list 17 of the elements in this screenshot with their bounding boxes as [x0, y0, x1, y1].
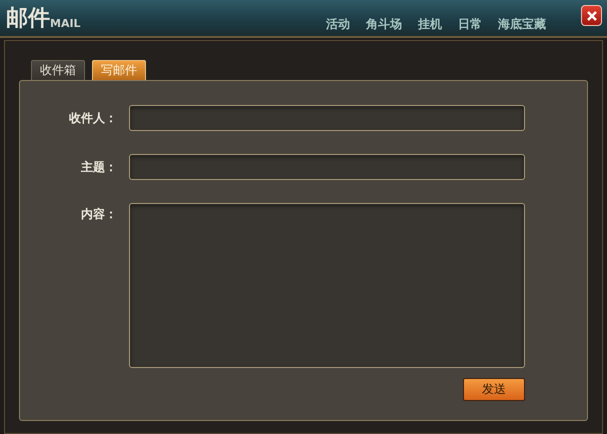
close-icon	[586, 10, 596, 20]
field-label: 内容：	[80, 206, 117, 223]
background-menu-label: 海底宝藏	[498, 16, 546, 32]
send-button[interactable]: 发送	[463, 378, 525, 401]
input-field[interactable]	[129, 105, 525, 131]
window-title: 邮件	[6, 5, 50, 33]
background-menu-label: 挂机	[418, 16, 442, 32]
input-field[interactable]	[129, 154, 525, 180]
background-menu-label: 活动	[326, 16, 350, 32]
window-subtitle: MAIL	[50, 17, 81, 30]
close-button[interactable]	[581, 5, 602, 26]
field-label: 主题：	[80, 158, 117, 176]
background-menu-label: 角斗场	[366, 16, 402, 32]
content-field[interactable]	[129, 203, 525, 368]
tab[interactable]: 收件箱	[31, 60, 85, 80]
field-label: 收件人：	[68, 110, 117, 126]
background-menu-label: 日常	[458, 16, 482, 32]
